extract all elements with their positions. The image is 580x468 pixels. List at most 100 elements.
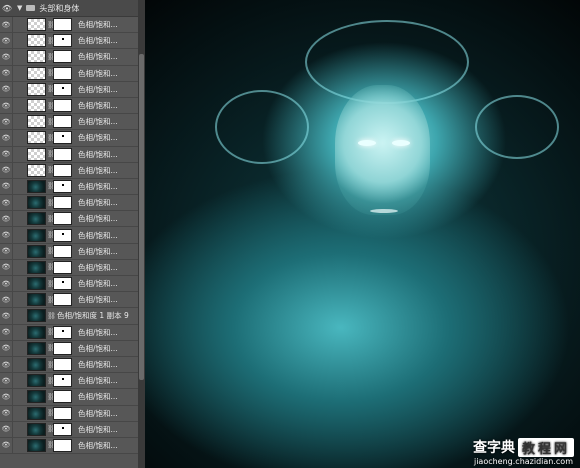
scrollbar-thumb[interactable] <box>139 54 144 380</box>
layer-mask-thumbnail[interactable] <box>53 438 72 452</box>
layer-row[interactable]: 👁 ⛓ 色相/饱和... <box>0 373 138 390</box>
visibility-eye-icon[interactable]: 👁 <box>0 308 13 324</box>
layer-thumbnail[interactable] <box>27 179 46 193</box>
layer-thumbnail[interactable] <box>27 422 46 436</box>
layer-thumbnail[interactable] <box>27 260 46 274</box>
visibility-eye-icon[interactable]: 👁 <box>0 324 13 340</box>
visibility-eye-icon[interactable]: 👁 <box>0 243 13 259</box>
layer-row[interactable]: 👁 ⛓ 色相/饱和... <box>0 114 138 131</box>
layer-mask-thumbnail[interactable] <box>53 147 72 161</box>
layer-thumbnail[interactable] <box>27 115 46 129</box>
layer-mask-thumbnail[interactable] <box>53 277 72 291</box>
layer-thumbnail[interactable] <box>27 325 46 339</box>
layer-mask-thumbnail[interactable] <box>53 99 72 113</box>
visibility-eye-icon[interactable]: 👁 <box>0 195 13 211</box>
layer-thumbnail[interactable] <box>27 163 46 177</box>
visibility-eye-icon[interactable]: 👁 <box>0 276 13 292</box>
visibility-eye-icon[interactable]: 👁 <box>0 373 13 389</box>
visibility-eye-icon[interactable]: 👁 <box>0 49 13 65</box>
visibility-eye-icon[interactable]: 👁 <box>0 97 13 114</box>
layer-row[interactable]: 👁 ⛓ 色相/饱和... <box>0 437 138 455</box>
visibility-eye-icon[interactable]: 👁 <box>0 211 13 227</box>
layer-mask-thumbnail[interactable] <box>53 50 72 64</box>
layer-mask-thumbnail[interactable] <box>53 422 72 436</box>
layer-mask-thumbnail[interactable] <box>53 179 72 193</box>
visibility-eye-icon[interactable]: 👁 <box>0 389 13 405</box>
layer-mask-thumbnail[interactable] <box>53 260 72 274</box>
layer-row[interactable]: 👁 ⛓ 色相/饱和... <box>0 243 138 260</box>
layer-group-row[interactable]: 👁 ▼ 头部和身体 <box>0 0 138 17</box>
layer-row[interactable]: 👁 ⛓ 色相/饱和... <box>0 292 138 309</box>
layer-mask-thumbnail[interactable] <box>53 244 72 258</box>
layers-scrollbar[interactable] <box>138 0 145 468</box>
visibility-eye-icon[interactable]: 👁 <box>0 33 13 49</box>
layer-thumbnail[interactable] <box>27 293 46 307</box>
layer-mask-thumbnail[interactable] <box>53 358 72 372</box>
layer-row[interactable]: 👁 ⛓ 色相/饱和... <box>0 65 138 82</box>
layer-thumbnail[interactable] <box>27 82 46 96</box>
visibility-eye-icon[interactable]: 👁 <box>0 421 13 437</box>
layer-thumbnail[interactable] <box>27 228 46 242</box>
layer-thumbnail[interactable] <box>27 99 46 113</box>
layer-thumbnail[interactable] <box>27 66 46 80</box>
layer-row[interactable]: 👁 ⛓ 色相/饱和... <box>0 211 138 228</box>
visibility-eye-icon[interactable]: 👁 <box>0 292 13 308</box>
layer-mask-thumbnail[interactable] <box>53 196 72 210</box>
layer-row[interactable]: 👁 ⛓ 色相/饱和... <box>0 356 138 374</box>
layer-mask-thumbnail[interactable] <box>53 34 72 48</box>
visibility-eye-icon[interactable]: 👁 <box>0 178 13 195</box>
layer-thumbnail[interactable] <box>27 196 46 210</box>
layer-row[interactable]: 👁 ⛓ 色相/饱和... <box>0 33 138 50</box>
layer-row[interactable]: 👁 ⛓ 色相/饱和... <box>0 389 138 406</box>
layer-mask-thumbnail[interactable] <box>53 228 72 242</box>
layer-row[interactable]: 👁 ⛓ 色相/饱和度 1 副本 9 <box>0 308 138 325</box>
visibility-eye-icon[interactable]: 👁 <box>0 130 13 146</box>
layer-row[interactable]: 👁 ⛓ 色相/饱和... <box>0 162 138 179</box>
layer-thumbnail[interactable] <box>27 341 46 355</box>
layer-thumbnail[interactable] <box>27 34 46 48</box>
layer-row[interactable]: 👁 ⛓ 色相/饱和... <box>0 130 138 147</box>
layer-thumbnail[interactable] <box>27 309 46 323</box>
layer-thumbnail[interactable] <box>27 277 46 291</box>
layer-row[interactable]: 👁 ⛓ 色相/饱和... <box>0 146 138 163</box>
visibility-eye-icon[interactable]: 👁 <box>0 162 13 178</box>
layer-thumbnail[interactable] <box>27 244 46 258</box>
layer-row[interactable]: 👁 ⛓ 色相/饱和... <box>0 81 138 98</box>
layer-mask-thumbnail[interactable] <box>53 18 72 32</box>
visibility-eye-icon[interactable]: 👁 <box>0 340 13 356</box>
layer-mask-thumbnail[interactable] <box>53 66 72 80</box>
visibility-eye-icon[interactable]: 👁 <box>0 356 13 373</box>
visibility-eye-icon[interactable]: 👁 <box>0 146 13 162</box>
layer-thumbnail[interactable] <box>27 131 46 145</box>
layer-mask-thumbnail[interactable] <box>53 341 72 355</box>
visibility-eye-icon[interactable]: 👁 <box>0 17 13 33</box>
layer-row[interactable]: 👁 ⛓ 色相/饱和... <box>0 405 138 422</box>
layer-thumbnail[interactable] <box>27 390 46 404</box>
mask-link-icon[interactable]: ⛓ <box>47 312 56 320</box>
visibility-eye-icon[interactable]: 👁 <box>0 4 14 13</box>
layer-mask-thumbnail[interactable] <box>53 131 72 145</box>
layer-row[interactable]: 👁 ⛓ 色相/饱和... <box>0 227 138 244</box>
visibility-eye-icon[interactable]: 👁 <box>0 227 13 243</box>
layer-thumbnail[interactable] <box>27 406 46 420</box>
visibility-eye-icon[interactable]: 👁 <box>0 437 13 454</box>
layer-thumbnail[interactable] <box>27 358 46 372</box>
layer-row[interactable]: 👁 ⛓ 色相/饱和... <box>0 324 138 341</box>
layer-row[interactable]: 👁 ⛓ 色相/饱和... <box>0 276 138 293</box>
document-canvas[interactable]: 查字典 教程网 jiaocheng.chazidian.com <box>145 0 580 468</box>
layer-mask-thumbnail[interactable] <box>53 374 72 388</box>
layer-mask-thumbnail[interactable] <box>53 325 72 339</box>
layer-thumbnail[interactable] <box>27 147 46 161</box>
visibility-eye-icon[interactable]: 👁 <box>0 65 13 81</box>
layer-row[interactable]: 👁 ⛓ 色相/饱和... <box>0 195 138 212</box>
layer-row[interactable]: 👁 ⛓ 色相/饱和... <box>0 178 138 196</box>
layer-row[interactable]: 👁 ⛓ 色相/饱和... <box>0 340 138 357</box>
layer-row[interactable]: 👁 ⛓ 色相/饱和... <box>0 259 138 276</box>
layer-thumbnail[interactable] <box>27 438 46 452</box>
layer-mask-thumbnail[interactable] <box>53 212 72 226</box>
layer-mask-thumbnail[interactable] <box>53 293 72 307</box>
layer-mask-thumbnail[interactable] <box>53 82 72 96</box>
layer-thumbnail[interactable] <box>27 18 46 32</box>
layer-mask-thumbnail[interactable] <box>53 115 72 129</box>
layer-mask-thumbnail[interactable] <box>53 390 72 404</box>
